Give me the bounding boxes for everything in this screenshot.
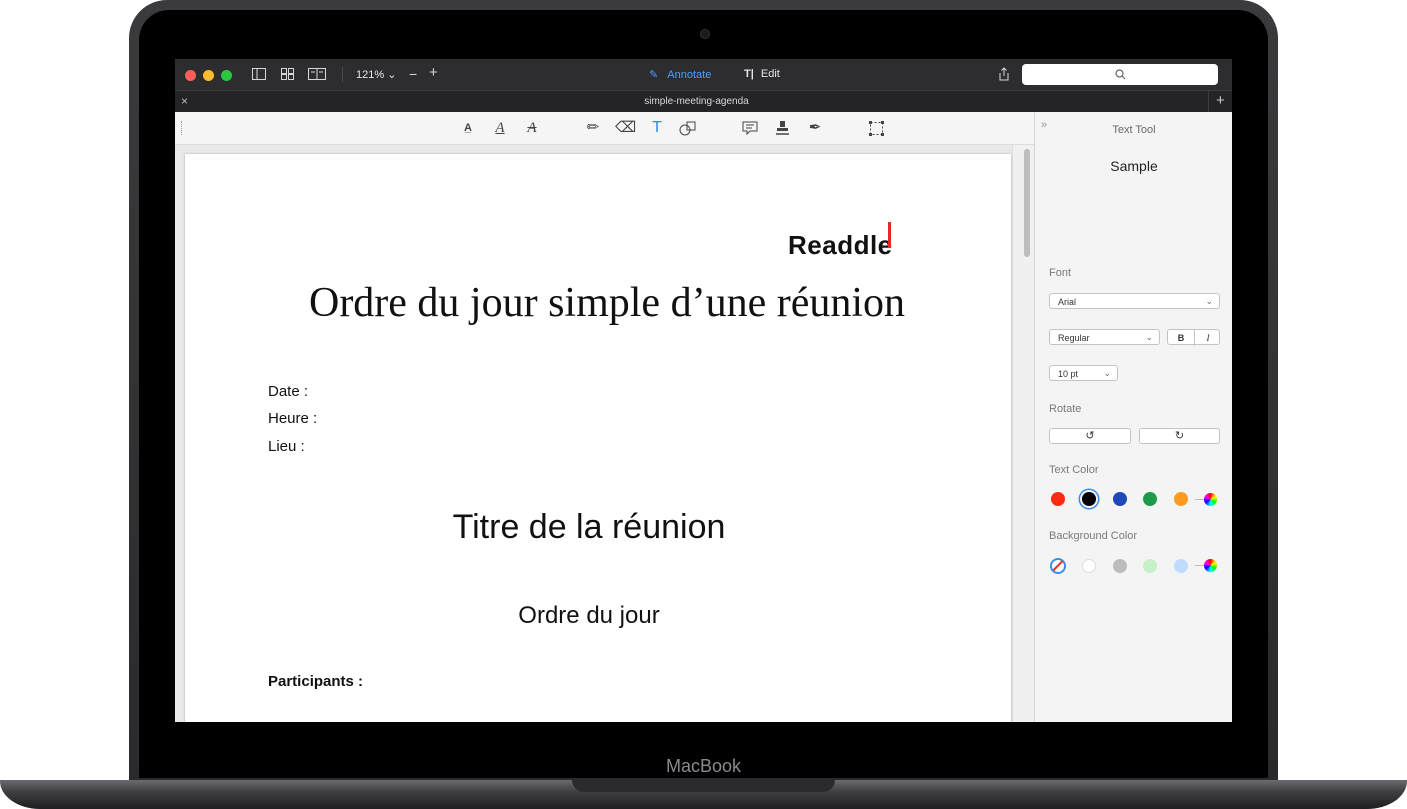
rotate-right-icon: ↻ <box>1174 430 1185 442</box>
font-family-select[interactable]: Arial ⌄ <box>1049 293 1220 309</box>
tab-title[interactable]: simple-meeting-agenda <box>175 96 1218 107</box>
minimize-window-button[interactable] <box>203 70 214 81</box>
toolbar-divider <box>342 67 343 82</box>
tab-divider <box>1208 91 1209 113</box>
eraser-icon[interactable]: ⌫ <box>615 119 636 137</box>
background-color-swatch[interactable] <box>1174 559 1188 573</box>
time-field: Heure : <box>268 410 318 427</box>
zoom-level-value: 121% <box>356 69 385 81</box>
document-viewer[interactable]: Readdle Ordre du jour simple d’une réuni… <box>175 145 1035 722</box>
participants-label: Participants : <box>268 673 364 690</box>
font-size-value: 10 pt <box>1058 369 1079 379</box>
text-cursor-icon: T| <box>744 68 754 80</box>
zoom-level-dropdown[interactable]: 121% ⌄ <box>356 68 396 81</box>
text-tool-icon[interactable]: T <box>647 119 667 137</box>
text-highlight-icon[interactable]: A̲ <box>458 119 478 137</box>
edit-label: Edit <box>760 68 780 80</box>
zoom-out-icon[interactable]: − <box>409 66 417 82</box>
underline-text-icon[interactable]: A <box>490 119 510 137</box>
sidebar-toggle-icon[interactable] <box>252 68 266 80</box>
text-color-swatch[interactable] <box>1051 492 1065 506</box>
camera-icon <box>700 29 710 39</box>
rotate-left-icon: ↺ <box>1085 430 1095 442</box>
custom-text-color-icon[interactable] <box>1204 493 1217 506</box>
custom-background-color-icon[interactable] <box>1204 559 1217 572</box>
zoom-in-icon[interactable]: + <box>429 65 438 81</box>
window-toolbar: 121% ⌄ − + ✎ Annotate T| Edit <box>175 59 1232 90</box>
chevron-down-icon: ⌄ <box>387 69 397 81</box>
selection-icon[interactable] <box>869 121 889 136</box>
annotate-label: Annotate <box>667 69 712 81</box>
new-tab-icon[interactable]: + <box>1216 92 1225 109</box>
zoom-window-button[interactable] <box>221 70 232 81</box>
edit-mode-button[interactable]: T| Edit <box>744 68 780 80</box>
search-input[interactable] <box>1022 64 1218 85</box>
meeting-title: Titre de la réunion <box>452 508 726 546</box>
app-window: 121% ⌄ − + ✎ Annotate T| Edit × simple-m… <box>175 59 1232 722</box>
signature-icon[interactable]: ✒ <box>805 119 825 137</box>
text-color-swatch[interactable] <box>1082 492 1096 506</box>
readdle-logo: Readdle <box>788 230 893 260</box>
chevron-down-icon: ⌄ <box>1205 296 1213 306</box>
chevron-down-icon: ⌄ <box>1103 368 1111 378</box>
shapes-icon[interactable] <box>679 121 699 136</box>
font-label: Font <box>1049 267 1072 279</box>
bold-italic-group: B I <box>1167 329 1221 346</box>
italic-button[interactable]: I <box>1195 330 1221 346</box>
font-family-value: Arial <box>1058 297 1077 307</box>
inspector-panel: » Text Tool Sample Font Arial ⌄ Regular … <box>1034 112 1232 722</box>
rotate-left-button[interactable]: ↺ <box>1049 428 1131 444</box>
pen-icon: ✎ <box>649 69 659 81</box>
text-color-label: Text Color <box>1049 464 1099 476</box>
font-size-select[interactable]: 10 pt ⌄ <box>1049 365 1118 381</box>
toolbar-grip-icon <box>181 121 184 135</box>
annotation-toolbar: A̲ A A ✏ ⌫ T ✒ <box>175 112 1034 145</box>
tab-bar: × simple-meeting-agenda + <box>175 90 1232 113</box>
readdle-logo-mark <box>888 222 891 248</box>
pencil-icon[interactable]: ✏ <box>583 119 603 137</box>
document-title: Ordre du jour simple d’une réunion <box>308 280 906 326</box>
close-window-button[interactable] <box>185 70 196 81</box>
font-style-select[interactable]: Regular ⌄ <box>1049 329 1160 345</box>
background-color-label: Background Color <box>1049 530 1138 542</box>
background-color-swatch[interactable] <box>1082 559 1096 573</box>
annotate-mode-button[interactable]: ✎ Annotate <box>649 68 711 81</box>
share-icon[interactable] <box>998 67 1010 81</box>
rotate-right-button[interactable]: ↻ <box>1139 428 1220 444</box>
page-view-icon[interactable] <box>308 68 326 80</box>
location-field: Lieu : <box>268 438 305 455</box>
note-icon[interactable] <box>742 121 762 136</box>
stamp-icon[interactable] <box>775 120 795 136</box>
date-field: Date : <box>268 383 309 400</box>
thumbnails-view-icon[interactable] <box>281 68 294 80</box>
strikethrough-text-icon[interactable]: A <box>522 119 542 137</box>
background-color-swatch[interactable] <box>1143 559 1157 573</box>
bold-button[interactable]: B <box>1168 330 1195 346</box>
no-color-swatch[interactable] <box>1050 558 1066 574</box>
laptop-notch <box>572 780 835 792</box>
text-color-swatch[interactable] <box>1113 492 1127 506</box>
agenda-heading: Ordre du jour <box>518 602 660 629</box>
text-color-swatch[interactable] <box>1174 492 1188 506</box>
rotate-label: Rotate <box>1049 403 1082 415</box>
text-color-swatch[interactable] <box>1143 492 1157 506</box>
background-color-swatch[interactable] <box>1113 559 1127 573</box>
font-sample-preview: Sample <box>1110 158 1158 174</box>
chevron-down-icon: ⌄ <box>1145 332 1153 342</box>
device-brand-label: MacBook <box>665 756 742 776</box>
panel-header: Text Tool <box>1112 124 1156 136</box>
scrollbar-thumb[interactable] <box>1024 149 1030 257</box>
pdf-page[interactable]: Readdle Ordre du jour simple d’une réuni… <box>185 154 1011 722</box>
font-style-value: Regular <box>1058 333 1090 343</box>
no-color-slash-icon <box>1052 560 1063 571</box>
search-icon <box>1115 69 1126 80</box>
